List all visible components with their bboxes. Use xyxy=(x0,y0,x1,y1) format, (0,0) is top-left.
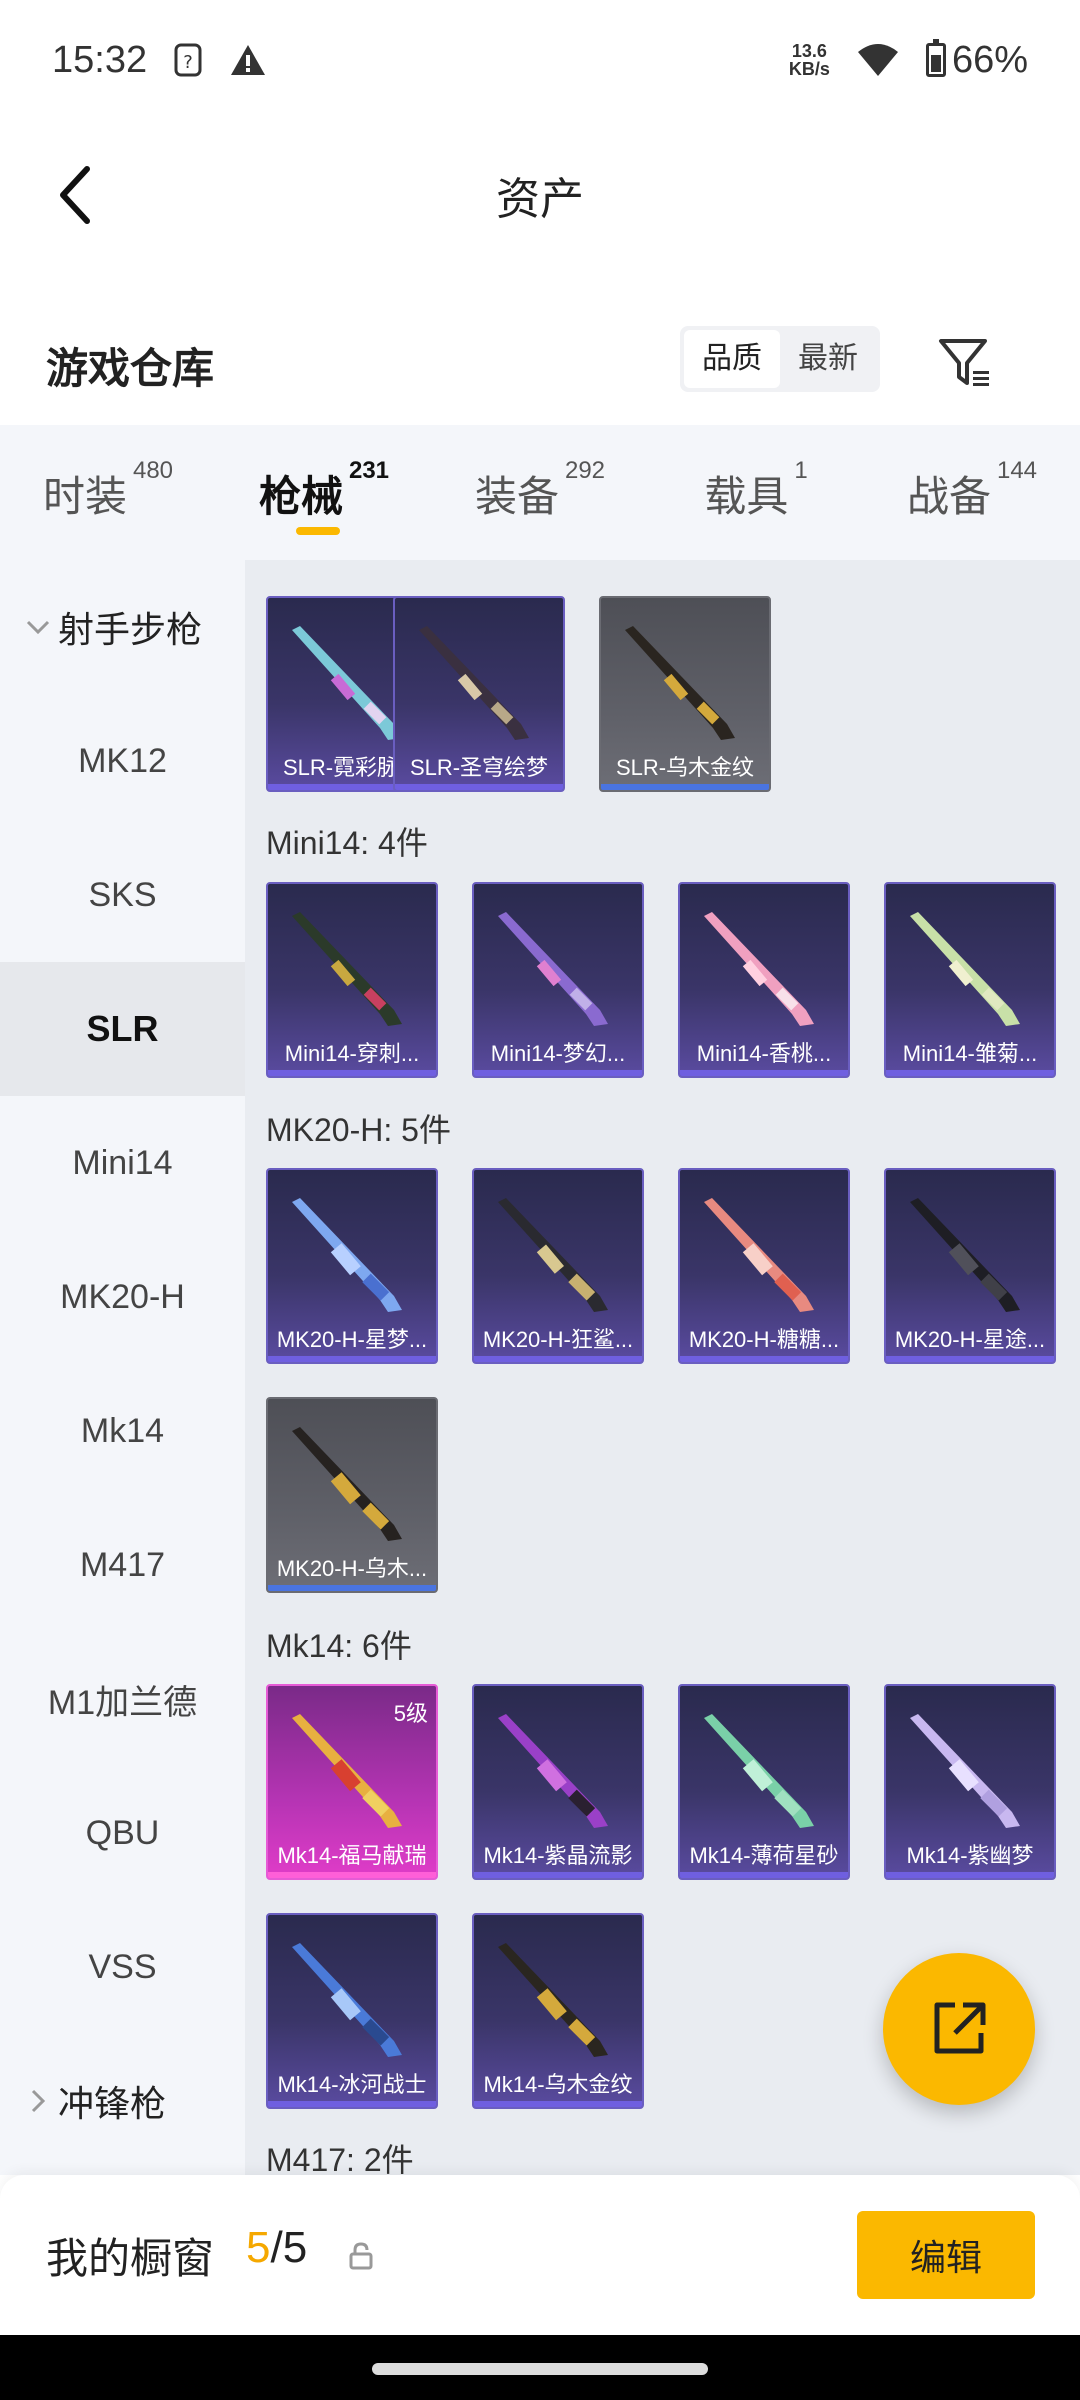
filter-button[interactable] xyxy=(930,328,1000,398)
section-title-mk20h: MK20-H: 5件 xyxy=(266,1112,451,1148)
share-button[interactable] xyxy=(883,1953,1035,2105)
tab-gear[interactable]: 战备 144 xyxy=(864,425,1080,560)
weapon-sidebar: 射手步枪 MK12 SKS SLR Mini14 MK20-H Mk14 M41… xyxy=(0,560,245,2175)
network-speed: 13.6 KB/s xyxy=(788,41,830,79)
rifle-skin-image xyxy=(498,1714,608,1828)
weapon-card[interactable]: Mini14-雏菊... xyxy=(884,882,1056,1078)
sidebar-item-vss[interactable]: VSS xyxy=(0,1900,245,2034)
sort-toggle: 品质 最新 xyxy=(680,326,880,392)
lock-icon xyxy=(349,2242,373,2270)
sidebar-item-slr[interactable]: SLR xyxy=(0,962,245,1096)
sidebar-item-mk14[interactable]: Mk14 xyxy=(0,1364,245,1498)
weapon-card[interactable]: Mk14-冰河战士 xyxy=(266,1913,438,2109)
warehouse-header: 游戏仓库 品质 最新 xyxy=(0,310,1080,420)
sidebar-item-sks[interactable]: SKS xyxy=(0,828,245,962)
filter-icon xyxy=(939,339,989,386)
weapon-card[interactable]: SLR-圣穹绘梦 xyxy=(393,596,565,792)
back-arrow-icon xyxy=(60,166,90,224)
sidebar-item-mk12[interactable]: MK12 xyxy=(0,694,245,828)
system-nav-bar xyxy=(0,2335,1080,2400)
warning-icon xyxy=(231,45,266,75)
weapon-card[interactable]: Mk14-乌木金纹 xyxy=(472,1913,644,2109)
wifi-icon xyxy=(857,44,898,76)
warehouse-title: 游戏仓库 xyxy=(46,344,215,392)
sidebar-item-m1-garand[interactable]: M1加兰德 xyxy=(0,1632,245,1766)
weapon-card[interactable]: Mini14-穿刺... xyxy=(266,882,438,1078)
section-title-mini14: Mini14: 4件 xyxy=(266,825,428,861)
weapon-card[interactable]: Mini14-梦幻... xyxy=(472,882,644,1078)
showcase-bar: 我的橱窗 5/5 编辑 xyxy=(0,2175,1080,2335)
battery-level: 66% xyxy=(951,38,1028,81)
chevron-right-icon xyxy=(20,2089,56,2113)
tab-vehicles[interactable]: 载具 1 xyxy=(648,425,864,560)
category-tabs: 时装 480 枪械 231 装备 292 载具 1 战备 144 xyxy=(0,425,1080,560)
weapon-card[interactable]: MK20-H-星途... xyxy=(884,1168,1056,1364)
rifle-skin-image xyxy=(498,1943,608,2057)
edit-button[interactable]: 编辑 xyxy=(857,2211,1035,2299)
rifle-skin-image xyxy=(292,1427,402,1541)
back-button[interactable] xyxy=(40,160,110,230)
sort-newest-button[interactable]: 最新 xyxy=(780,330,876,388)
weapon-card[interactable]: SLR-乌木金纹 xyxy=(599,596,771,792)
sidebar-item-qbu[interactable]: QBU xyxy=(0,1766,245,1900)
rifle-skin-image xyxy=(498,912,608,1026)
rifle-skin-image xyxy=(910,1198,1020,1312)
sidebar-item-mini14[interactable]: Mini14 xyxy=(0,1096,245,1230)
sidebar-item-m417[interactable]: M417 xyxy=(0,1498,245,1632)
sidebar-item-mk20h[interactable]: MK20-H xyxy=(0,1230,245,1364)
page-title: 资产 xyxy=(496,175,584,224)
rifle-skin-image xyxy=(292,1714,402,1828)
sim-alert-icon: ? xyxy=(174,43,202,77)
section-title-m417: M417: 2件 xyxy=(266,2142,414,2175)
showcase-label: 我的橱窗 xyxy=(46,2235,215,2282)
weapon-card[interactable]: Mk14-薄荷星砂 xyxy=(678,1684,850,1880)
rifle-skin-image xyxy=(292,1198,402,1312)
rifle-skin-image xyxy=(704,1714,814,1828)
rifle-skin-image xyxy=(419,626,529,740)
rifle-skin-image xyxy=(704,912,814,1026)
weapon-card[interactable]: MK20-H-糖糖... xyxy=(678,1168,850,1364)
weapon-card[interactable]: 5级 Mk14-福马献瑞 xyxy=(266,1684,438,1880)
share-icon xyxy=(934,2002,986,2054)
sidebar-group-smg[interactable]: 冲锋枪 xyxy=(0,2034,245,2168)
weapon-grid: SLR-霓彩脉冲 SLR-圣穹绘梦 SLR-乌木金纹 Mini14: 4件 Mi… xyxy=(245,560,1080,2175)
rifle-skin-image xyxy=(625,626,735,740)
sort-quality-button[interactable]: 品质 xyxy=(684,330,780,388)
showcase-count: 5/5 xyxy=(246,2223,308,2272)
chevron-down-icon xyxy=(20,619,56,635)
weapon-card[interactable]: MK20-H-乌木... xyxy=(266,1397,438,1593)
rifle-skin-image xyxy=(292,1943,402,2057)
svg-text:?: ? xyxy=(183,52,193,73)
weapon-card[interactable]: Mk14-紫晶流影 xyxy=(472,1684,644,1880)
weapon-card[interactable]: Mini14-香桃... xyxy=(678,882,850,1078)
rifle-skin-image xyxy=(910,912,1020,1026)
status-bar: 15:32 ? 13.6 KB/s 66% xyxy=(0,0,1080,120)
weapon-card[interactable]: Mk14-紫幽梦 xyxy=(884,1684,1056,1880)
weapon-card[interactable]: MK20-H-星梦... xyxy=(266,1168,438,1364)
rifle-skin-image xyxy=(498,1198,608,1312)
status-time: 15:32 xyxy=(52,38,148,81)
tab-equipment[interactable]: 装备 292 xyxy=(432,425,648,560)
section-title-mk14: Mk14: 6件 xyxy=(266,1628,412,1664)
sidebar-group-marksman-rifles[interactable]: 射手步枪 xyxy=(0,560,245,694)
top-app-bar: 资产 xyxy=(0,140,1080,250)
rifle-skin-image xyxy=(704,1198,814,1312)
rifle-skin-image xyxy=(292,912,402,1026)
tab-costumes[interactable]: 时装 480 xyxy=(0,425,216,560)
rifle-skin-image xyxy=(910,1714,1020,1828)
battery-icon xyxy=(925,39,946,77)
weapon-card[interactable]: MK20-H-狂鲨... xyxy=(472,1168,644,1364)
home-gesture-handle[interactable] xyxy=(372,2363,708,2375)
tab-firearms[interactable]: 枪械 231 xyxy=(216,425,432,560)
